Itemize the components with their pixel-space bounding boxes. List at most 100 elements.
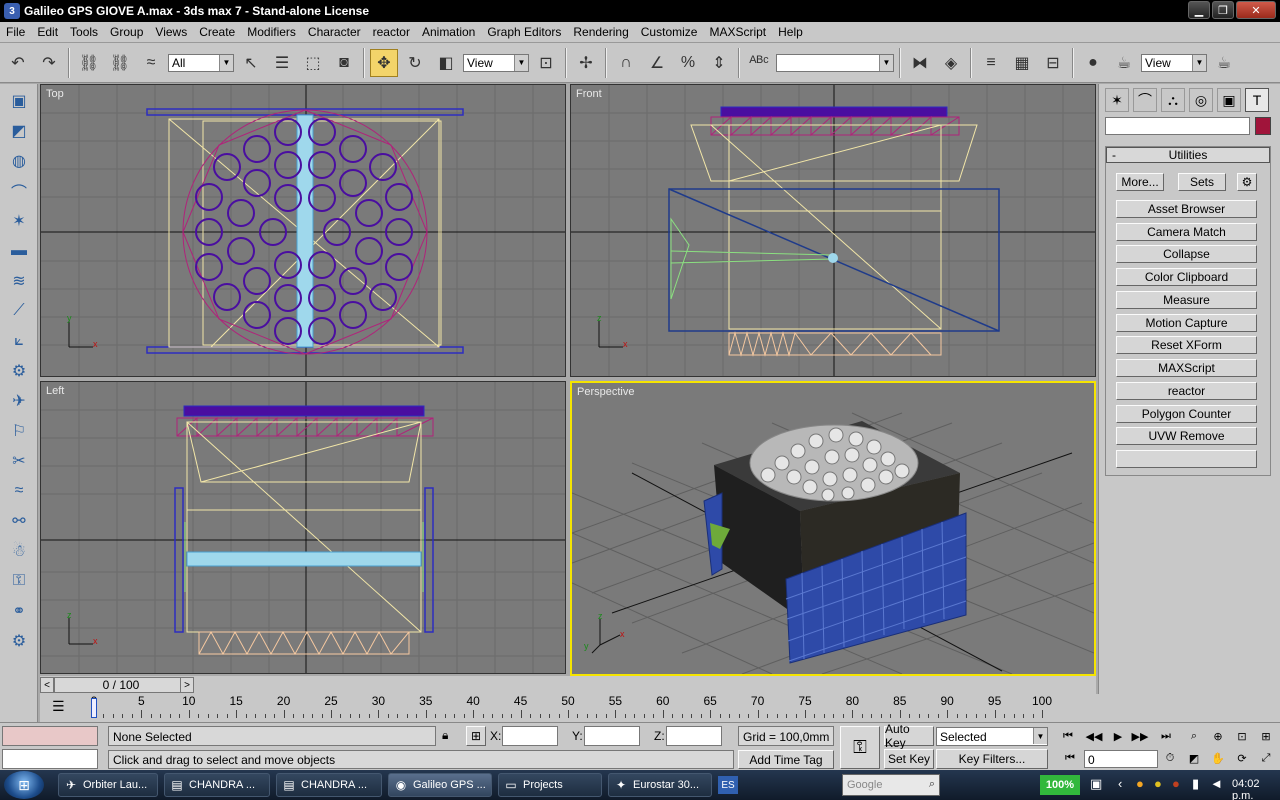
restore-button[interactable]: ❐ [1212, 1, 1234, 19]
task-chandra-pdf-2[interactable]: ▤ CHANDRA ... [276, 773, 382, 797]
empty-utility-button[interactable] [1116, 450, 1257, 468]
object-name-field[interactable] [1105, 117, 1250, 135]
align-icon[interactable]: ◈ [937, 49, 965, 77]
use-pivot-center-icon[interactable]: ⊡ [532, 49, 560, 77]
maxscript-listener-input[interactable] [2, 749, 98, 769]
viewport-label-front[interactable]: Front [576, 88, 602, 100]
close-button[interactable]: ✕ [1236, 1, 1276, 19]
motor-icon[interactable]: ⚙ [4, 358, 34, 384]
language-indicator[interactable]: ES [718, 776, 738, 794]
viewport-label-top[interactable]: Top [46, 88, 64, 100]
maxscript-listener-mini[interactable] [2, 726, 98, 746]
frame-ruler[interactable]: 0510152025303540455055606570758085909510… [91, 694, 1052, 722]
modify-tab-icon[interactable]: ⌒ [1133, 88, 1157, 112]
percent-snap-icon[interactable]: % [674, 49, 702, 77]
quick-render-icon[interactable]: ☕ [1210, 49, 1238, 77]
mirror-icon[interactable]: ⧓ [906, 49, 934, 77]
previous-frame-icon[interactable]: ◀◀ [1084, 727, 1104, 745]
rigid-body-collection-icon[interactable]: ▣ [4, 88, 34, 114]
ragdoll-icon[interactable]: ☃ [4, 538, 34, 564]
task-orbiter-launcher[interactable]: ✈ Orbiter Lau... [58, 773, 158, 797]
water-icon[interactable]: ≈ [4, 478, 34, 504]
google-search-box[interactable]: Google ⌕ [842, 774, 940, 796]
configure-button-sets-icon[interactable]: ⚙ [1237, 173, 1257, 191]
deforming-mesh-icon[interactable]: ✶ [4, 208, 34, 234]
fracture-icon[interactable]: ✂ [4, 448, 34, 474]
task-eurostar[interactable]: ✦ Eurostar 30... [608, 773, 712, 797]
time-slider-prev-icon[interactable]: < [40, 677, 54, 693]
uvw-remove-button[interactable]: UVW Remove [1116, 427, 1257, 445]
x-coordinate-field[interactable] [502, 726, 558, 746]
edit-named-selection-icon[interactable]: ᴬᴮᶜ [745, 49, 773, 77]
rope-collection-icon[interactable]: ⌒ [4, 178, 34, 204]
menu-reactor[interactable]: reactor [367, 25, 416, 39]
menu-tools[interactable]: Tools [64, 25, 104, 39]
tray-expand-icon[interactable]: ‹ [1118, 776, 1122, 791]
angle-snap-icon[interactable]: ∠ [643, 49, 671, 77]
point-to-point-icon[interactable]: ⚭ [4, 598, 34, 624]
track-bar[interactable]: ☰ 05101520253035404550556065707580859095… [40, 694, 1096, 722]
menu-help[interactable]: Help [772, 25, 809, 39]
render-scene-icon[interactable]: ☕ [1110, 49, 1138, 77]
reactor-button[interactable]: reactor [1116, 382, 1257, 400]
select-and-manipulate-icon[interactable]: ✢ [572, 49, 600, 77]
angular-dashpot-icon[interactable]: ⟀ [4, 328, 34, 354]
select-and-link-icon[interactable]: ⛓ [75, 49, 103, 77]
menu-graph-editors[interactable]: Graph Editors [481, 25, 567, 39]
collapse-button[interactable]: Collapse [1116, 245, 1257, 263]
utilities-tab-icon[interactable]: T [1245, 88, 1269, 112]
play-icon[interactable]: ▶ [1108, 727, 1128, 745]
cloth-collection-icon[interactable]: ◩ [4, 118, 34, 144]
next-frame-icon[interactable]: ▶▶ [1130, 727, 1150, 745]
zoom-percentage-badge[interactable]: 100% [1040, 775, 1080, 795]
menu-modifiers[interactable]: Modifiers [241, 25, 302, 39]
set-keys-key-icon[interactable]: ⚿ [840, 726, 880, 769]
named-selection-dropdown[interactable]: ▼ [776, 53, 894, 72]
wind-icon[interactable]: ✈ [4, 388, 34, 414]
task-chandra-pdf-1[interactable]: ▤ CHANDRA ... [164, 773, 270, 797]
motion-tab-icon[interactable]: ◎ [1189, 88, 1213, 112]
current-frame-marker[interactable] [91, 698, 97, 718]
task-3dsmax[interactable]: ◉ Galileo GPS ... [388, 773, 492, 797]
menu-group[interactable]: Group [104, 25, 149, 39]
menu-rendering[interactable]: Rendering [567, 25, 634, 39]
zoom-extents-all-icon[interactable]: ⊞ [1256, 727, 1276, 745]
power-icon[interactable]: ▮ [1192, 776, 1199, 792]
absolute-mode-transform-icon[interactable]: ⊞ [466, 726, 486, 746]
camera-match-button[interactable]: Camera Match [1116, 223, 1257, 241]
motion-capture-button[interactable]: Motion Capture [1116, 314, 1257, 332]
rectangular-selection-icon[interactable]: ⬚ [299, 49, 327, 77]
utilities-rollout-header[interactable]: - Utilities [1106, 147, 1270, 163]
select-object-icon[interactable]: ↖ [237, 49, 265, 77]
curve-editor-mini-icon[interactable]: ☰ [52, 698, 72, 718]
material-editor-icon[interactable]: ● [1079, 49, 1107, 77]
more-button[interactable]: More... [1116, 173, 1164, 191]
measure-button[interactable]: Measure [1116, 291, 1257, 309]
menu-character[interactable]: Character [302, 25, 367, 39]
redo-icon[interactable]: ↷ [35, 49, 63, 77]
key-mode-dropdown[interactable]: Selected ▼ [936, 727, 1048, 746]
search-icon[interactable]: ⌕ [929, 778, 935, 791]
firefox-tray-icon[interactable]: ● [1136, 776, 1144, 791]
z-coordinate-field[interactable] [666, 726, 722, 746]
zoom-all-icon[interactable]: ⊕ [1208, 727, 1228, 745]
chrome-tray-icon[interactable]: ● [1154, 776, 1162, 791]
maxscript-button[interactable]: MAXScript [1116, 359, 1257, 377]
key-filters-button[interactable]: Key Filters... [936, 749, 1048, 769]
layer-manager-icon[interactable]: ≡ [977, 49, 1005, 77]
volume-icon[interactable]: ◄ [1210, 776, 1223, 791]
menu-views[interactable]: Views [149, 25, 193, 39]
select-by-name-icon[interactable]: ☰ [268, 49, 296, 77]
linear-dashpot-icon[interactable]: ⟋ [4, 298, 34, 324]
snaps-toggle-icon[interactable]: ∩ [612, 49, 640, 77]
menu-maxscript[interactable]: MAXScript [703, 25, 772, 39]
menu-edit[interactable]: Edit [31, 25, 64, 39]
render-type-dropdown[interactable]: View ▼ [1141, 53, 1207, 72]
create-tab-icon[interactable]: ✶ [1105, 88, 1129, 112]
hinge-icon[interactable]: ⚿ [4, 568, 34, 594]
y-coordinate-field[interactable] [584, 726, 640, 746]
viewport-label-perspective[interactable]: Perspective [577, 386, 634, 398]
bind-space-warp-icon[interactable]: ≈ [137, 49, 165, 77]
sets-button[interactable]: Sets [1178, 173, 1226, 191]
viewport-perspective[interactable]: z x y Perspective [570, 381, 1096, 676]
